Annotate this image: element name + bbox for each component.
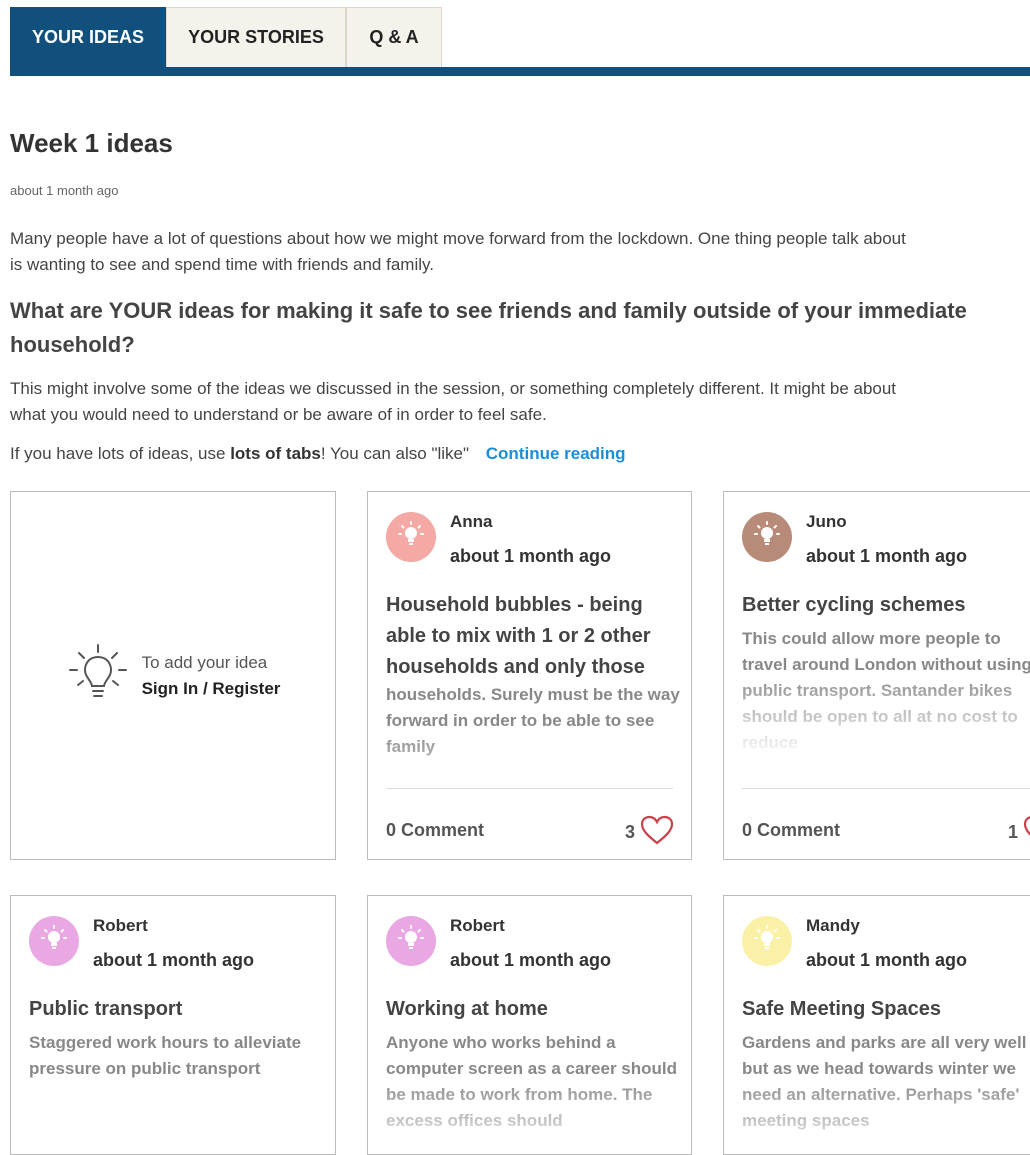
idea-title[interactable]: Public transport xyxy=(29,994,324,1025)
avatar xyxy=(742,916,792,966)
add-idea-prompt: To add your idea xyxy=(141,652,268,672)
description-line-2: what you would need to understand or be … xyxy=(10,405,547,424)
heart-icon[interactable] xyxy=(1022,814,1030,851)
heart-icon[interactable] xyxy=(639,814,675,851)
lightbulb-icon xyxy=(396,924,426,959)
idea-body: Anyone who works behind a computer scree… xyxy=(386,1033,678,1130)
idea-card[interactable]: Mandy about 1 month ago Safe Meeting Spa… xyxy=(723,895,1030,1155)
lightbulb-icon xyxy=(39,924,69,959)
like-count: 1 xyxy=(1007,822,1018,842)
add-idea-content: To add your idea Sign In / Register xyxy=(66,641,281,710)
like-group: 1 xyxy=(1008,814,1030,851)
lightbulb-icon xyxy=(396,520,426,555)
tab-your-ideas[interactable]: YOUR IDEAS xyxy=(10,7,166,67)
question-line-1: What are YOUR ideas for making it safe t… xyxy=(10,298,967,323)
idea-time: about 1 month ago xyxy=(450,546,611,566)
description-line-1: This might involve some of the ideas we … xyxy=(10,379,897,398)
idea-body: Gardens and parks are all very well but … xyxy=(742,1033,1027,1130)
like-group: 3 xyxy=(625,814,675,851)
idea-time: about 1 month ago xyxy=(806,546,967,566)
idea-title[interactable]: Safe Meeting Spaces xyxy=(742,994,1030,1025)
idea-title[interactable]: Household bubbles - being able to mix wi… xyxy=(386,590,681,683)
description-bold: lots of tabs xyxy=(230,444,321,463)
idea-title[interactable]: Better cycling schemes xyxy=(742,590,1030,621)
idea-author: Anna xyxy=(450,512,493,531)
avatar xyxy=(29,916,79,966)
idea-author: Robert xyxy=(450,916,505,935)
idea-body: Staggered work hours to alleviate pressu… xyxy=(29,1033,302,1078)
like-count: 3 xyxy=(624,822,635,842)
continue-reading-link[interactable]: Continue reading xyxy=(486,444,626,463)
idea-author: Juno xyxy=(806,512,847,531)
tab-bar: YOUR IDEAS YOUR STORIES Q & A xyxy=(10,7,442,67)
sign-in-register-link[interactable]: Sign In / Register xyxy=(142,676,281,702)
tab-q-and-a[interactable]: Q & A xyxy=(346,7,442,67)
lightbulb-icon xyxy=(752,520,782,555)
tab-underline xyxy=(10,67,1030,76)
avatar xyxy=(386,512,436,562)
idea-body: This could allow more people to travel a… xyxy=(742,629,1030,752)
avatar xyxy=(742,512,792,562)
idea-card[interactable]: Robert about 1 month ago Public transpor… xyxy=(10,895,336,1155)
idea-author: Robert xyxy=(93,916,148,935)
comment-count-link[interactable]: 0 Comment xyxy=(386,820,484,841)
page-date: about 1 month ago xyxy=(10,183,119,198)
description-prefix: If you have lots of ideas, use xyxy=(10,444,231,463)
divider xyxy=(386,788,673,789)
idea-author: Mandy xyxy=(806,916,860,935)
idea-card[interactable]: Robert about 1 month ago Working at home… xyxy=(367,895,692,1155)
description-line-3: If you have lots of ideas, use lots of t… xyxy=(10,444,626,464)
add-idea-card[interactable]: To add your idea Sign In / Register xyxy=(10,491,336,860)
description-suffix: ! You can also "like" xyxy=(320,444,470,463)
intro-line-1: Many people have a lot of questions abou… xyxy=(10,229,906,248)
idea-time: about 1 month ago xyxy=(93,950,254,970)
page-title: Week 1 ideas xyxy=(10,128,173,158)
idea-time: about 1 month ago xyxy=(806,950,967,970)
tab-your-stories[interactable]: YOUR STORIES xyxy=(166,7,346,67)
idea-body: households. Surely must be the way forwa… xyxy=(386,685,680,756)
lightbulb-icon xyxy=(752,924,782,959)
intro-line-2: is wanting to see and spend time with fr… xyxy=(10,255,434,274)
idea-card[interactable]: Anna about 1 month ago Household bubbles… xyxy=(367,491,692,860)
idea-time: about 1 month ago xyxy=(450,950,611,970)
avatar xyxy=(386,916,436,966)
lightbulb-icon xyxy=(66,641,130,710)
divider xyxy=(742,788,1030,789)
idea-card[interactable]: Juno about 1 month ago Better cycling sc… xyxy=(723,491,1030,860)
idea-title[interactable]: Working at home xyxy=(386,994,681,1025)
comment-count-link[interactable]: 0 Comment xyxy=(742,820,840,841)
question-line-2: household? xyxy=(10,332,135,357)
